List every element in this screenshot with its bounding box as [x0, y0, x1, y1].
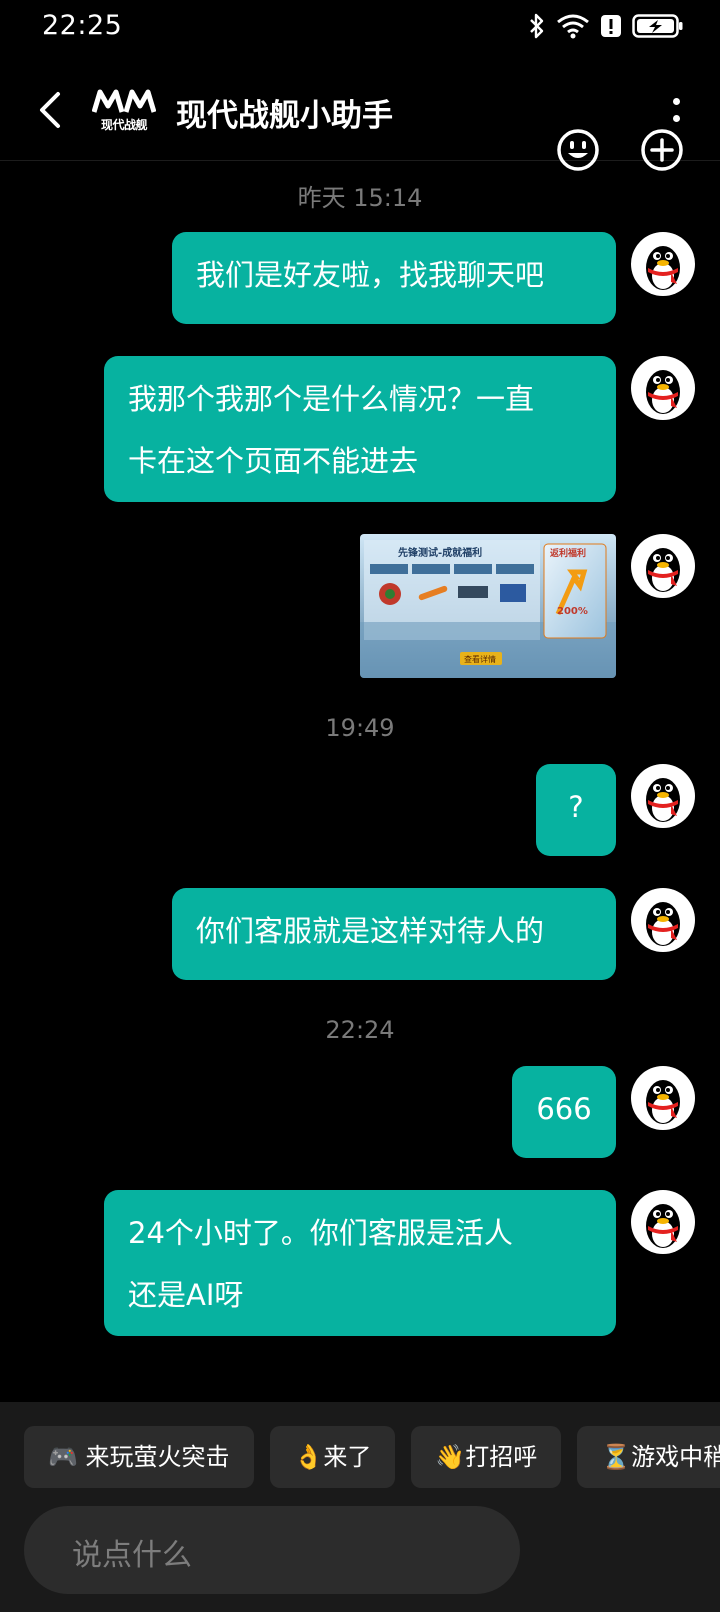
- status-bar: 22:25: [0, 0, 720, 56]
- message-bubble[interactable]: 666: [512, 1066, 616, 1158]
- message-text: ?: [568, 790, 584, 824]
- avatar[interactable]: [631, 1066, 695, 1130]
- status-time: 22:25: [42, 10, 123, 41]
- back-arrow-icon: [40, 92, 60, 128]
- app-logo: 现代战舰: [91, 88, 157, 132]
- input-placeholder: 说点什么: [72, 1538, 192, 1573]
- penguin-avatar-icon: [646, 902, 680, 946]
- message-bubble[interactable]: 我那个我那个是什么情况？一直 卡在这个页面不能进去: [104, 356, 616, 502]
- chat-header: 现代战舰 现代战舰小助手: [0, 60, 720, 161]
- emoji-icon: [557, 129, 599, 171]
- timestamp: 昨天 15:14: [297, 184, 423, 212]
- avatar[interactable]: [631, 232, 695, 296]
- image-caption-title: 先锋测试-成就福利: [398, 546, 482, 559]
- avatar[interactable]: [631, 888, 695, 952]
- quick-reply-chip[interactable]: 👌来了: [269, 1426, 396, 1488]
- bluetooth-icon: [530, 13, 544, 39]
- plus-circle-icon: [641, 129, 683, 171]
- image-caption-percent: 200%: [557, 606, 588, 617]
- quick-reply-bar: 🎮 来玩萤火突击 👌来了 👋打招呼 ⏳游戏中稍后: [24, 1426, 720, 1488]
- avatar[interactable]: [631, 764, 695, 828]
- status-icons: [528, 12, 684, 40]
- message-text-line: 我那个我那个是什么情况？一直: [128, 382, 535, 416]
- avatar[interactable]: [631, 1190, 695, 1254]
- penguin-avatar-icon: [646, 370, 680, 414]
- penguin-avatar-icon: [646, 1204, 680, 1248]
- message-text-line: 还是AI呀: [128, 1278, 244, 1312]
- message-bubble[interactable]: 我们是好友啦，找我聊天吧: [172, 232, 616, 324]
- image-message[interactable]: 先锋测试-成就福利 查看详情 返利福利 200%: [360, 534, 616, 678]
- image-caption-side: 返利福利: [550, 547, 586, 559]
- chat-screen: 22:25 现代战舰 现代战舰小助手 昨天 15:14 我们是好友啦，找我聊天吧…: [0, 0, 720, 1612]
- emoji-button[interactable]: [556, 128, 600, 172]
- quick-reply-chip[interactable]: ⏳游戏中稍后: [577, 1426, 720, 1488]
- bottom-panel: 🎮 来玩萤火突击 👌来了 👋打招呼 ⏳游戏中稍后 说点什么: [0, 1402, 720, 1612]
- wifi-icon: [557, 14, 589, 39]
- message-bubble[interactable]: 24个小时了。你们客服是活人 还是AI呀: [104, 1190, 616, 1336]
- avatar[interactable]: [631, 534, 695, 598]
- timestamp: 22:24: [325, 1016, 395, 1044]
- timestamp: 19:49: [325, 714, 395, 742]
- logo-mark-icon: [91, 89, 157, 113]
- plus-button[interactable]: [640, 128, 684, 172]
- message-bubble[interactable]: 你们客服就是这样对待人的: [172, 888, 616, 980]
- quick-reply-chip[interactable]: 🎮 来玩萤火突击: [24, 1426, 254, 1488]
- more-options-button[interactable]: [666, 90, 686, 130]
- chat-title: 现代战舰小助手: [176, 98, 393, 134]
- message-text-line: 24个小时了。你们客服是活人: [128, 1216, 513, 1250]
- quick-reply-chip[interactable]: 👋打招呼: [411, 1426, 562, 1488]
- message-text-line: 卡在这个页面不能进去: [128, 444, 419, 478]
- penguin-avatar-icon: [646, 246, 680, 290]
- image-caption-button: 查看详情: [464, 654, 496, 664]
- back-button[interactable]: [30, 86, 70, 134]
- message-text: 我们是好友啦，找我聊天吧: [196, 258, 545, 292]
- message-text: 666: [536, 1092, 592, 1126]
- game-screenshot-image: 先锋测试-成就福利 查看详情 返利福利 200%: [360, 534, 616, 678]
- message-input[interactable]: 说点什么: [24, 1506, 520, 1594]
- battery-charging-icon: [632, 14, 683, 38]
- alert-icon: [601, 15, 621, 37]
- more-vertical-icon: [672, 98, 680, 105]
- penguin-avatar-icon: [646, 548, 680, 592]
- penguin-avatar-icon: [646, 1080, 680, 1124]
- message-bubble[interactable]: ?: [536, 764, 616, 856]
- message-text: 你们客服就是这样对待人的: [196, 914, 545, 948]
- avatar[interactable]: [631, 356, 695, 420]
- penguin-avatar-icon: [646, 778, 680, 822]
- logo-text: 现代战舰: [100, 118, 148, 132]
